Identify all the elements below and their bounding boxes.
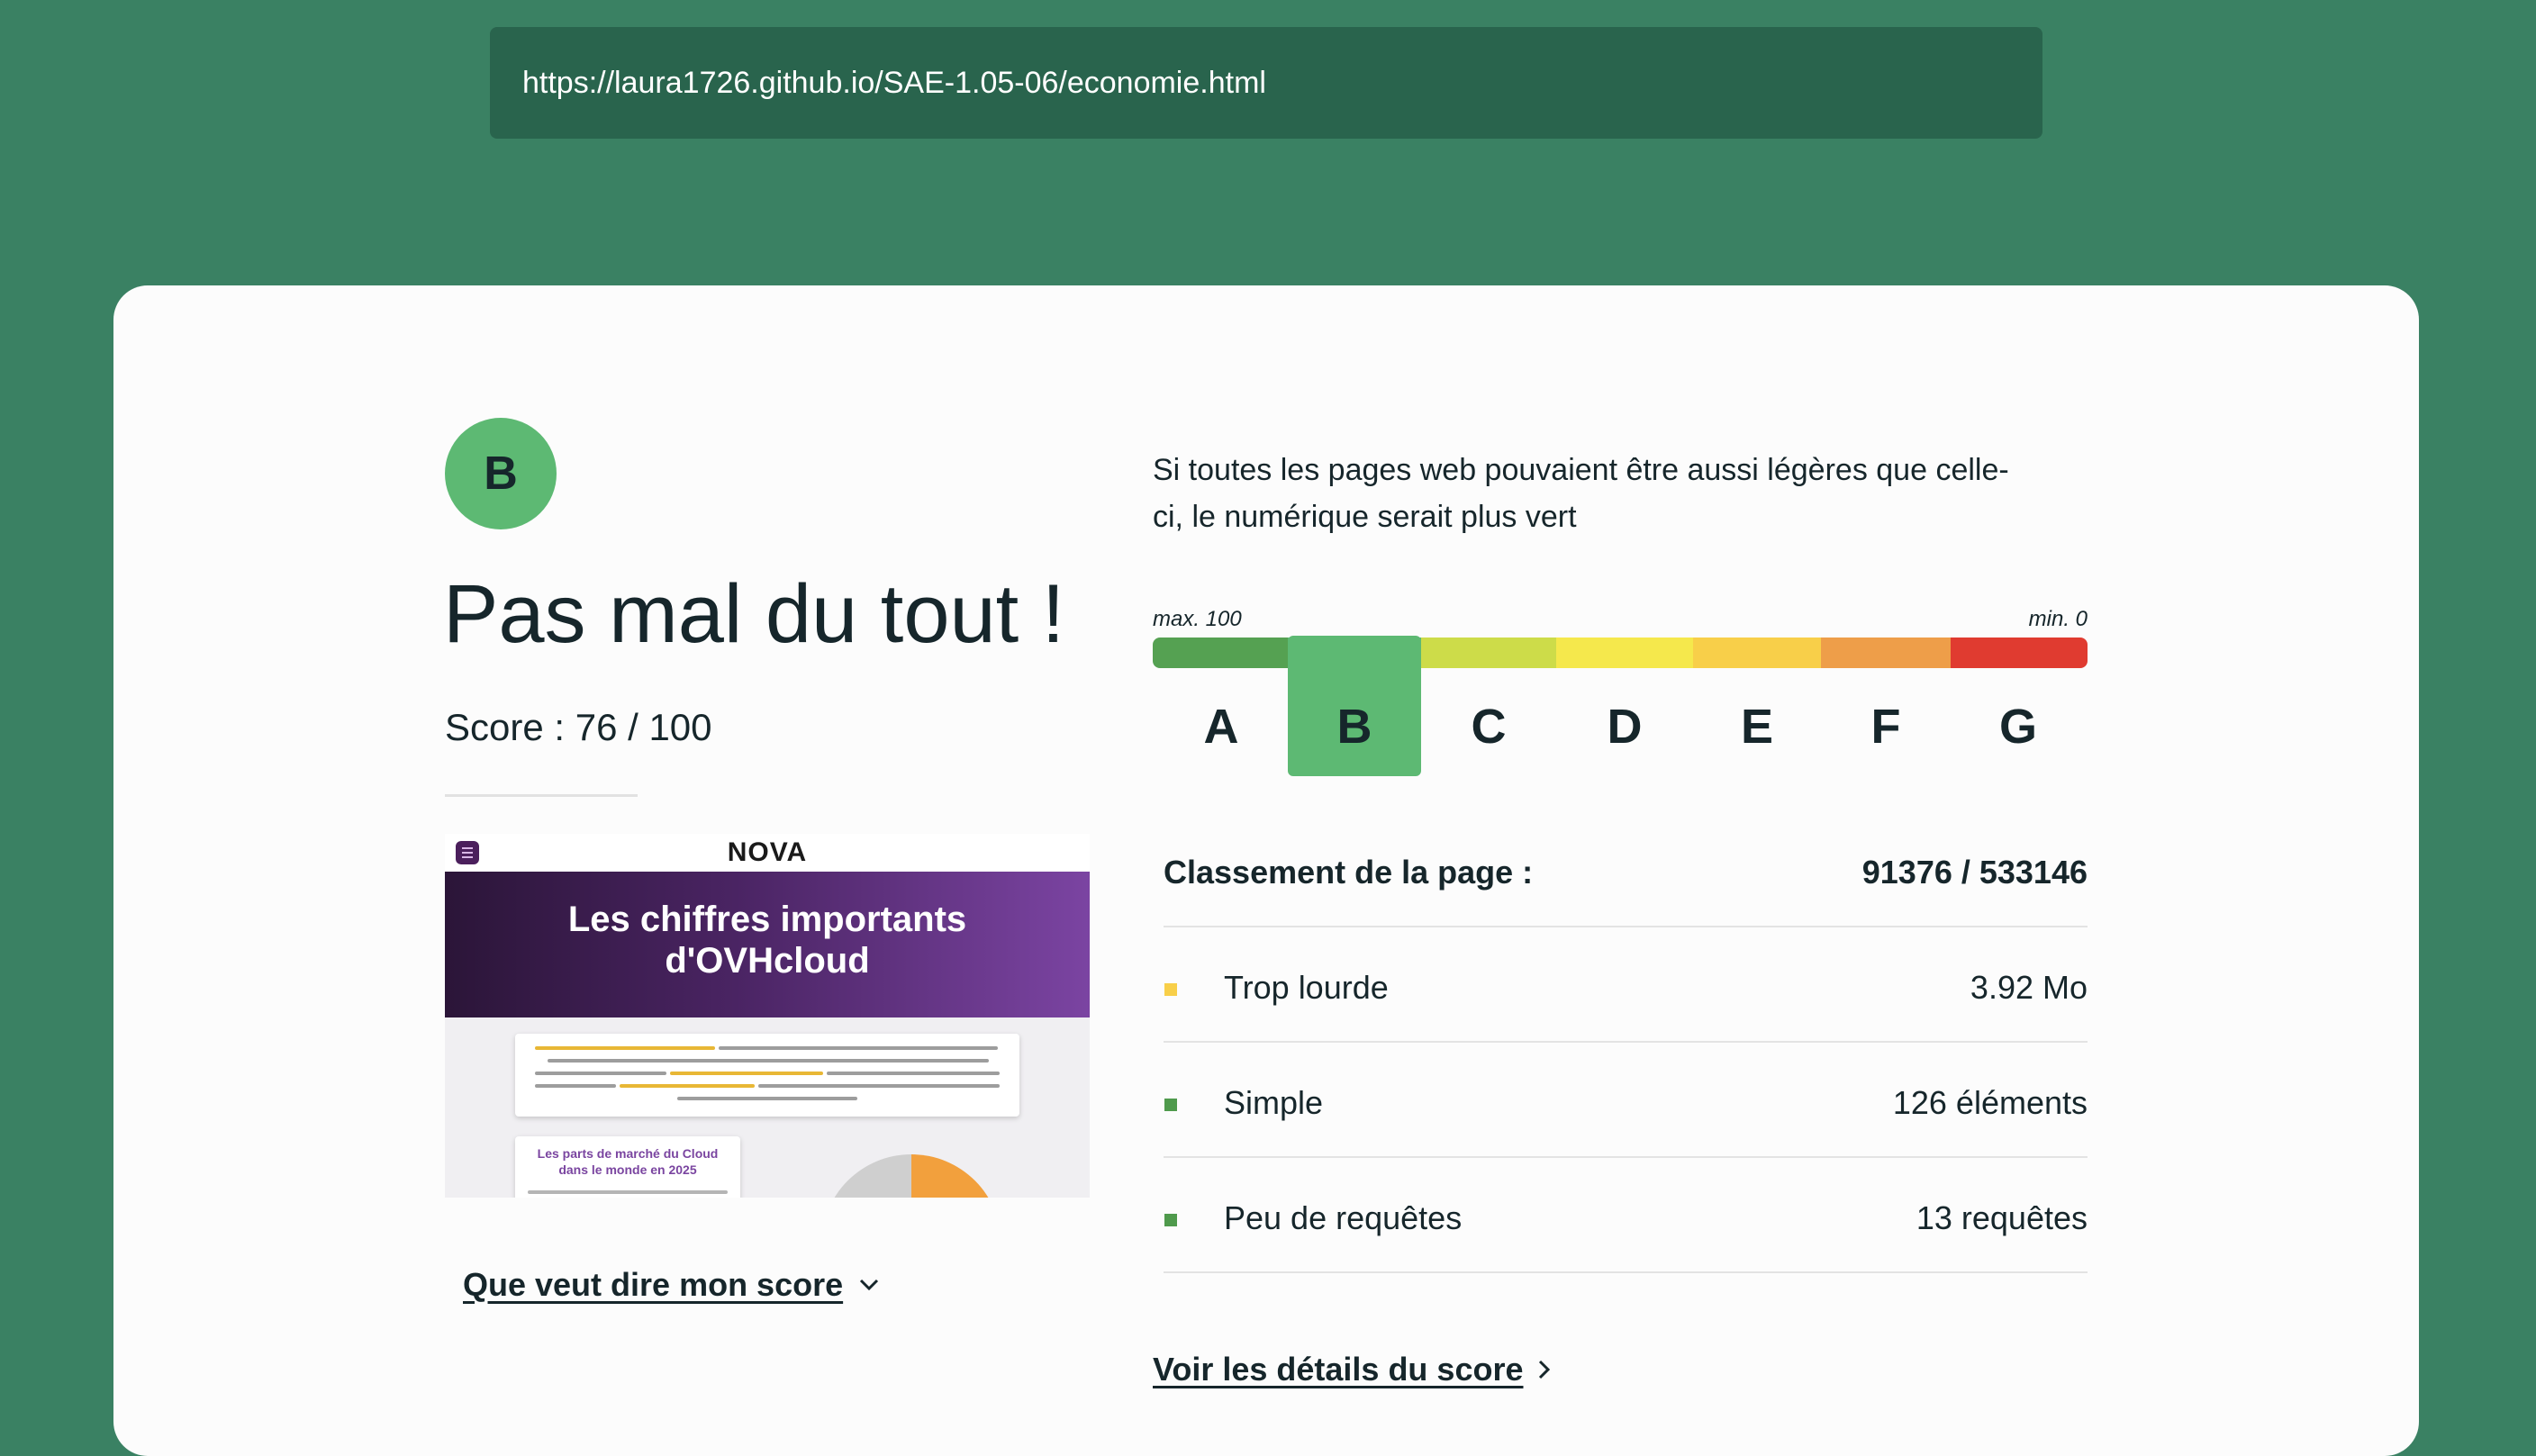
grade-segment-d bbox=[1556, 638, 1693, 668]
score-text: Score : 76 / 100 bbox=[445, 706, 712, 748]
preview-pie-chart bbox=[821, 1154, 1001, 1198]
grade-segment-e bbox=[1693, 638, 1821, 668]
ranking-value: 91376 / 533146 bbox=[1861, 854, 2088, 891]
grade-letter-b: B bbox=[1336, 700, 1372, 754]
metric-label-requests: Peu de requêtes bbox=[1224, 1199, 1463, 1236]
score-details-link[interactable]: Voir les détails du score bbox=[1153, 1351, 1551, 1388]
row-divider bbox=[1164, 1271, 2088, 1273]
grade-letter-a: A bbox=[1203, 700, 1239, 754]
grade-segment-c bbox=[1421, 638, 1556, 668]
grade-segment-f bbox=[1821, 638, 1951, 668]
scale-max-label: max. 100 bbox=[1153, 607, 1242, 631]
preview-chart-card: Les parts de marché du Cloud dans le mon… bbox=[515, 1136, 740, 1198]
metric-value-requests: 13 requêtes bbox=[1916, 1199, 2088, 1236]
preview-logo: NOVA bbox=[727, 837, 808, 867]
status-square-icon bbox=[1164, 1214, 1177, 1226]
row-divider bbox=[1164, 1156, 2088, 1158]
grade-letter-g: G bbox=[1998, 700, 2037, 754]
preview-chart-title-line: dans le monde en 2025 bbox=[558, 1162, 697, 1177]
preview-banner-title: Les chiffres importants d'OVHcloud bbox=[445, 899, 1090, 981]
metric-label-weight: Trop lourde bbox=[1224, 969, 1389, 1006]
preview-chart-title: Les parts de marché du Cloud dans le mon… bbox=[515, 1145, 740, 1178]
grade-letter-d: D bbox=[1607, 700, 1643, 754]
explain-score-label: Que veut dire mon score bbox=[463, 1266, 844, 1303]
explain-score-link[interactable]: Que veut dire mon score bbox=[463, 1266, 879, 1304]
scale-min-label: min. 0 bbox=[2028, 607, 2088, 631]
preview-banner: Les chiffres importants d'OVHcloud bbox=[445, 872, 1090, 1017]
grade-badge: B bbox=[445, 418, 557, 529]
preview-header: NOVA bbox=[445, 834, 1090, 872]
url-text[interactable]: https://laura1726.github.io/SAE-1.05-06/… bbox=[522, 66, 1266, 101]
grade-segment-a bbox=[1153, 638, 1288, 668]
metric-label-elements: Simple bbox=[1224, 1084, 1324, 1121]
preview-chart-title-line: Les parts de marché du Cloud bbox=[537, 1146, 719, 1161]
url-bar[interactable]: https://laura1726.github.io/SAE-1.05-06/… bbox=[490, 27, 2042, 139]
preview-banner-line: d'OVHcloud bbox=[665, 941, 870, 981]
metric-value-elements: 126 éléments bbox=[1892, 1084, 2088, 1121]
page-preview-thumbnail: NOVA Les chiffres importants d'OVHcloud … bbox=[445, 834, 1090, 1198]
divider bbox=[445, 794, 638, 797]
chevron-right-icon bbox=[1538, 1360, 1550, 1379]
tagline: Si toutes les pages web pouvaient être a… bbox=[1153, 453, 2009, 534]
preview-banner-line: Les chiffres importants bbox=[567, 900, 967, 939]
chevron-down-icon bbox=[860, 1279, 879, 1291]
grade-segment-g bbox=[1951, 638, 2088, 668]
ranking-label: Classement de la page : bbox=[1164, 854, 1534, 891]
preview-text-block bbox=[515, 1034, 1019, 1117]
status-square-icon bbox=[1164, 983, 1177, 996]
grade-letter-e: E bbox=[1740, 700, 1774, 754]
status-square-icon bbox=[1164, 1099, 1177, 1111]
row-divider bbox=[1164, 926, 2088, 927]
page-title: Pas mal du tout ! bbox=[443, 568, 1065, 660]
metric-value-weight: 3.92 Mo bbox=[1970, 969, 2088, 1006]
row-divider bbox=[1164, 1041, 2088, 1043]
score-details-label: Voir les détails du score bbox=[1153, 1351, 1524, 1388]
grade-letter-f: F bbox=[1870, 700, 1901, 754]
grade-letter-c: C bbox=[1471, 700, 1507, 754]
